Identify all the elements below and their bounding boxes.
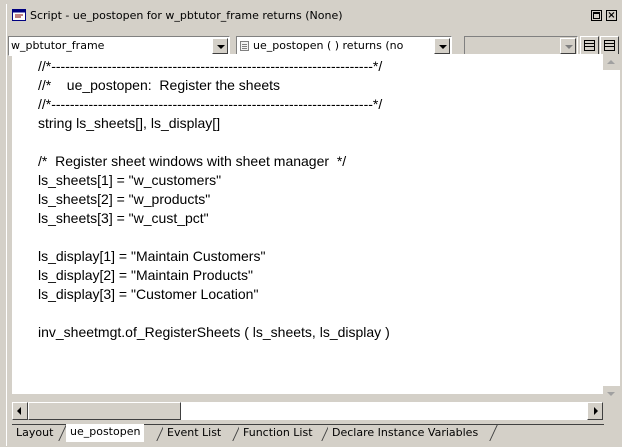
chevron-down-icon[interactable] — [434, 38, 450, 54]
code-line[interactable]: ls_display[3] = "Customer Location" — [38, 285, 390, 304]
code-lines[interactable]: //*-------------------------------------… — [38, 57, 390, 342]
restore-icon — [593, 12, 600, 19]
code-line[interactable] — [38, 228, 390, 247]
tab-event-list[interactable]: Event List — [163, 425, 226, 441]
horizontal-scroll-thumb[interactable] — [28, 402, 181, 420]
title-bar[interactable]: Script - ue_postopen for w_pbtutor_frame… — [8, 7, 620, 24]
code-editor[interactable]: //*-------------------------------------… — [12, 54, 610, 394]
ancestor-select[interactable] — [464, 36, 578, 56]
script-icon — [12, 9, 26, 21]
tab-label: Event List — [167, 426, 222, 439]
code-line[interactable]: //*-------------------------------------… — [38, 95, 390, 114]
script-toolbar: w_pbtutor_frame ue_postopen ( ) returns … — [8, 25, 620, 56]
code-line[interactable] — [38, 133, 390, 152]
code-line[interactable]: ls_display[2] = "Maintain Products" — [38, 266, 390, 285]
chevron-down-icon[interactable] — [560, 38, 576, 54]
code-line[interactable]: //* ue_postopen: Register the sheets — [38, 76, 390, 95]
close-button[interactable]: × — [606, 10, 617, 21]
scroll-down-arrow-icon[interactable] — [603, 386, 620, 402]
split-view-button[interactable] — [580, 36, 599, 55]
code-line[interactable]: string ls_sheets[], ls_display[] — [38, 114, 390, 133]
object-select[interactable]: w_pbtutor_frame — [8, 36, 230, 56]
code-line[interactable]: ls_sheets[2] = "w_products" — [38, 190, 390, 209]
window-title: Script - ue_postopen for w_pbtutor_frame… — [30, 9, 343, 22]
scroll-up-arrow-icon[interactable] — [603, 54, 620, 70]
tab-label: Declare Instance Variables — [332, 426, 479, 439]
code-line[interactable]: ls_display[1] = "Maintain Customers" — [38, 247, 390, 266]
code-line[interactable]: ls_sheets[1] = "w_customers" — [38, 171, 390, 190]
tab-label: ue_postopen — [70, 425, 141, 438]
tab-declare-instance-variables[interactable]: Declare Instance Variables — [328, 425, 483, 441]
tab-label: Function List — [243, 426, 313, 439]
code-line[interactable]: //*-------------------------------------… — [38, 57, 390, 76]
code-line[interactable] — [38, 304, 390, 323]
tab-strip: Layout ue_postopen Event List Function L… — [12, 422, 620, 444]
event-select-value: ue_postopen ( ) returns (no — [253, 39, 404, 52]
tab-divider — [489, 425, 498, 441]
size-grip — [603, 402, 620, 420]
split-view-alt-icon — [604, 40, 615, 51]
split-view-alt-button[interactable] — [600, 36, 619, 55]
restore-button[interactable] — [591, 10, 602, 21]
close-icon: × — [607, 10, 616, 21]
object-select-value: w_pbtutor_frame — [11, 39, 105, 52]
vertical-scrollbar[interactable] — [603, 54, 620, 402]
code-line[interactable]: inv_sheetmgt.of_RegisterSheets ( ls_shee… — [38, 323, 390, 342]
code-line[interactable]: /* Register sheet windows with sheet man… — [38, 152, 390, 171]
tab-function-list[interactable]: Function List — [239, 425, 317, 441]
scroll-right-arrow-icon[interactable] — [587, 402, 603, 420]
tab-label: Layout — [16, 426, 54, 439]
split-view-icon — [584, 40, 595, 51]
tab-layout[interactable]: Layout — [12, 425, 58, 441]
event-icon — [240, 41, 249, 51]
event-select[interactable]: ue_postopen ( ) returns (no — [236, 36, 452, 56]
scroll-left-arrow-icon[interactable] — [12, 402, 28, 420]
chevron-down-icon[interactable] — [212, 38, 228, 54]
code-line[interactable]: ls_sheets[3] = "w_cust_pct" — [38, 209, 390, 228]
tab-ue-postopen[interactable]: ue_postopen — [66, 424, 145, 442]
horizontal-scrollbar[interactable] — [12, 402, 603, 420]
